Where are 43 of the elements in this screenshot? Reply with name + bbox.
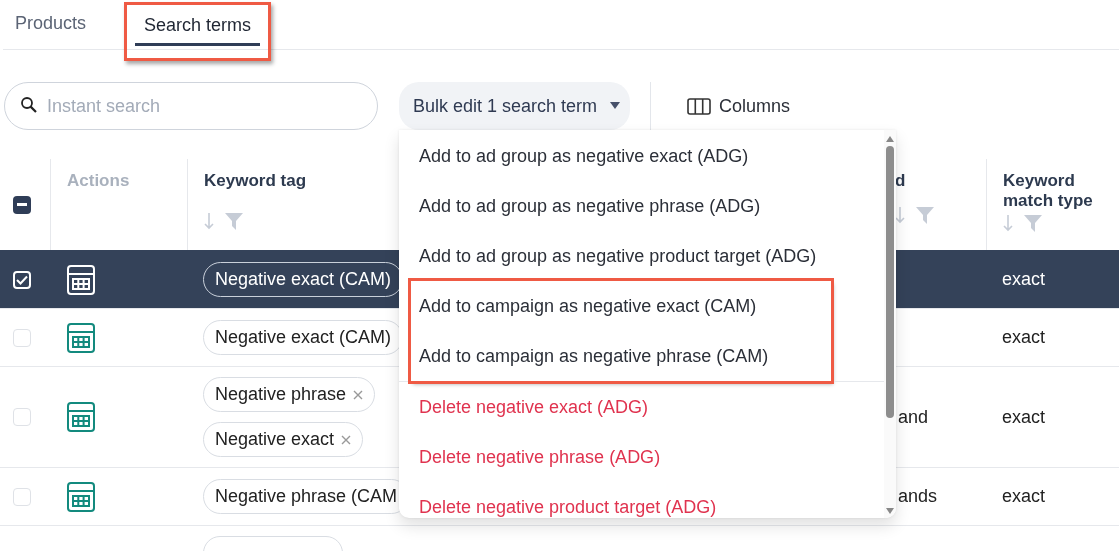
menu-item[interactable]: Add to ad group as negative product target (ADG): [411, 231, 822, 281]
remove-icon[interactable]: [341, 434, 352, 445]
table-cell: and: [898, 406, 929, 428]
column-header: Keyword match type: [1003, 171, 1094, 211]
tab[interactable]: Products: [6, 9, 96, 44]
row-checkbox[interactable]: [13, 328, 31, 347]
columns-icon: [687, 97, 712, 115]
bulk-edit-dropdown[interactable]: Bulk edit 1 search term: [399, 82, 631, 130]
row-checkbox[interactable]: [13, 408, 31, 426]
filter-icon[interactable]: [224, 211, 244, 231]
tab[interactable]: Search terms: [135, 11, 261, 46]
table-cell: exact: [1002, 269, 1046, 290]
filter-icon[interactable]: [1023, 213, 1043, 233]
filter-icon[interactable]: [915, 205, 935, 225]
table-cell: exact: [1002, 327, 1046, 348]
menu-item[interactable]: Add to ad group as negative phrase (ADG): [411, 181, 822, 231]
search-field[interactable]: Instant search: [4, 82, 378, 130]
sort-icon[interactable]: [895, 206, 905, 224]
remove-icon[interactable]: [353, 389, 364, 400]
keyword-tag-chip[interactable]: Negative exact: [203, 422, 364, 457]
sort-icon[interactable]: [1003, 214, 1013, 232]
select-all-checkbox[interactable]: [13, 195, 31, 214]
menu-item[interactable]: Delete negative exact (ADG): [411, 382, 822, 432]
column-header: d: [895, 171, 907, 191]
menu-item[interactable]: Add to ad group as negative exact (ADG): [411, 131, 822, 181]
keyword-tag-chip[interactable]: Negative phrase: [203, 377, 376, 412]
caret-icon: [610, 102, 621, 110]
row-checkbox[interactable]: [13, 487, 31, 506]
table-cell: ands: [898, 486, 938, 507]
menu-item[interactable]: Delete negative phrase (ADG): [411, 432, 822, 482]
menu-item[interactable]: Add to campaign as negative exact (CAM): [411, 281, 831, 331]
sort-icon[interactable]: [204, 212, 214, 230]
table-cell: exact: [1002, 406, 1046, 428]
column-header: Actions: [67, 171, 130, 190]
scrollbar[interactable]: [884, 130, 896, 518]
menu-item[interactable]: Add to campaign as negative phrase (CAM): [411, 331, 831, 381]
column-header: Keyword tag: [204, 171, 308, 191]
table-cell: exact: [1002, 486, 1046, 507]
search-icon: [20, 96, 38, 114]
arrow-up-icon[interactable]: [886, 136, 894, 142]
arrow-down-icon[interactable]: [886, 508, 894, 514]
menu-item[interactable]: Delete negative product target (ADG): [411, 482, 822, 518]
columns-button[interactable]: Columns: [687, 95, 791, 117]
